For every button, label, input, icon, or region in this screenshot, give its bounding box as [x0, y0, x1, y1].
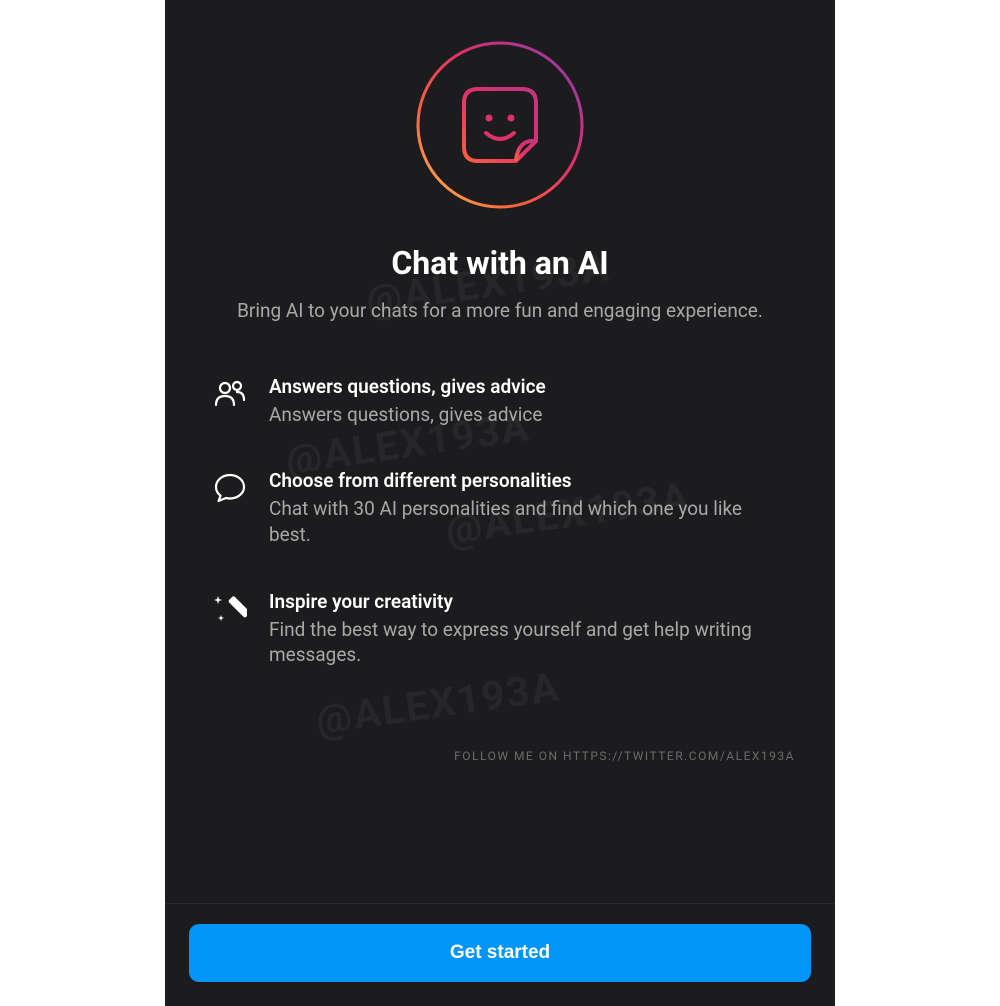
feature-description: Find the best way to express yourself an… [269, 617, 787, 668]
feature-item: Answers questions, gives advice Answers … [213, 375, 787, 428]
feature-title: Choose from different personalities [269, 469, 787, 492]
feature-description: Chat with 30 AI personalities and find w… [269, 496, 787, 547]
feature-text: Answers questions, gives advice Answers … [269, 375, 787, 428]
main-content: @ALEX193A @ALEX193A @ALEX193A @ALEX193A [165, 0, 835, 903]
magic-wand-icon [213, 592, 247, 626]
chat-bubble-icon [213, 471, 247, 505]
people-icon [213, 377, 247, 411]
feature-title: Answers questions, gives advice [269, 375, 787, 398]
get-started-button[interactable]: Get started [189, 924, 811, 982]
footer: Get started [165, 903, 835, 1006]
sticker-face-icon [415, 40, 585, 214]
feature-list: Answers questions, gives advice Answers … [205, 375, 795, 668]
feature-description: Answers questions, gives advice [269, 402, 787, 428]
credit-text: FOLLOW ME ON HTTPS://TWITTER.COM/ALEX193… [454, 749, 795, 763]
feature-item: Inspire your creativity Find the best wa… [213, 590, 787, 668]
feature-item: Choose from different personalities Chat… [213, 469, 787, 547]
feature-title: Inspire your creativity [269, 590, 787, 613]
page-subtitle: Bring AI to your chats for a more fun an… [237, 298, 763, 325]
feature-text: Inspire your creativity Find the best wa… [269, 590, 787, 668]
watermark-text: @ALEX193A [313, 663, 563, 744]
onboarding-screen: @ALEX193A @ALEX193A @ALEX193A @ALEX193A [165, 0, 835, 1006]
page-title: Chat with an AI [391, 244, 608, 282]
feature-text: Choose from different personalities Chat… [269, 469, 787, 547]
